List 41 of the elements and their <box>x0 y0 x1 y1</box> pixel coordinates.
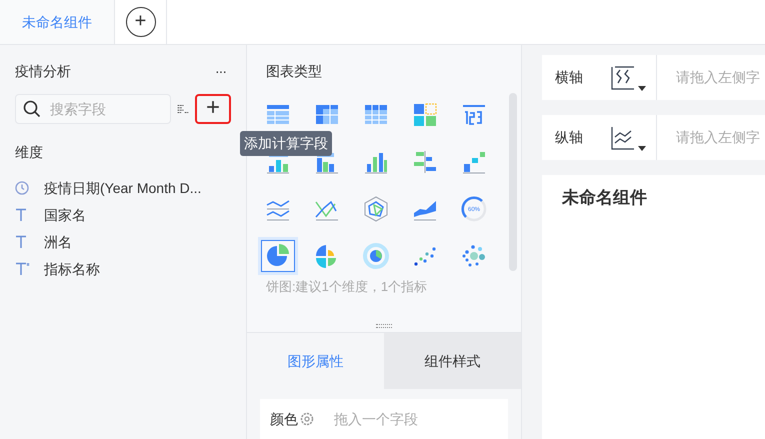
drop-placeholder: 拖入一个字段 <box>334 410 418 428</box>
axis-label: 纵轴 <box>555 128 584 147</box>
add-tab-button[interactable]: + <box>126 7 156 37</box>
search-icon <box>23 100 41 118</box>
add-field-button[interactable]: + <box>194 94 231 124</box>
field-item[interactable]: 洲名 <box>15 233 231 251</box>
caret-icon <box>638 86 646 90</box>
component-tab[interactable]: 未命名组件 <box>0 0 115 44</box>
color-label: 颜色 <box>270 410 298 428</box>
more-button[interactable]: ··· <box>215 61 226 82</box>
sunburst-chart-icon <box>362 242 390 270</box>
resize-handle-icon[interactable] <box>376 324 392 328</box>
horizontal-axis-icon <box>610 64 636 90</box>
caret-icon <box>638 146 646 150</box>
axis-type-dropdown[interactable] <box>610 64 646 90</box>
radar-chart-icon <box>362 195 390 223</box>
axis-label: 横轴 <box>555 68 584 87</box>
tooltip: 添加计算字段 <box>240 131 332 156</box>
section-heading: 维度 <box>15 143 44 162</box>
field-label: 疫情日期(Year Month D... <box>44 178 202 198</box>
chart-hint: 饼图:建议1个维度，1个指标 <box>266 278 428 296</box>
field-item[interactable]: 疫情日期(Year Month D... <box>15 179 231 197</box>
field-label: 国家名 <box>44 206 86 224</box>
calculated-text-icon <box>15 262 31 276</box>
search-field[interactable]: 搜索字段 <box>15 94 171 124</box>
vertical-axis-icon <box>610 124 636 150</box>
settings-icon[interactable] <box>300 412 314 426</box>
color-row[interactable]: 颜色 拖入一个字段 <box>260 399 508 439</box>
canvas-title: 未命名组件 <box>562 187 648 209</box>
color-blocks-icon <box>411 101 439 129</box>
field-item[interactable]: 指标名称 <box>15 260 231 278</box>
field-item[interactable]: 国家名 <box>15 206 231 224</box>
clock-icon <box>15 181 29 195</box>
field-label: 指标名称 <box>44 260 100 278</box>
section-title: 图表类型 <box>266 62 323 81</box>
property-tab[interactable]: 组件样式 <box>384 333 521 389</box>
diverging-bar-icon <box>411 148 439 176</box>
field-label: 洲名 <box>44 232 72 252</box>
axis-type-dropdown[interactable] <box>610 124 646 150</box>
dataset-title: 疫情分析 <box>15 62 71 81</box>
chart-type-button[interactable] <box>258 237 298 275</box>
